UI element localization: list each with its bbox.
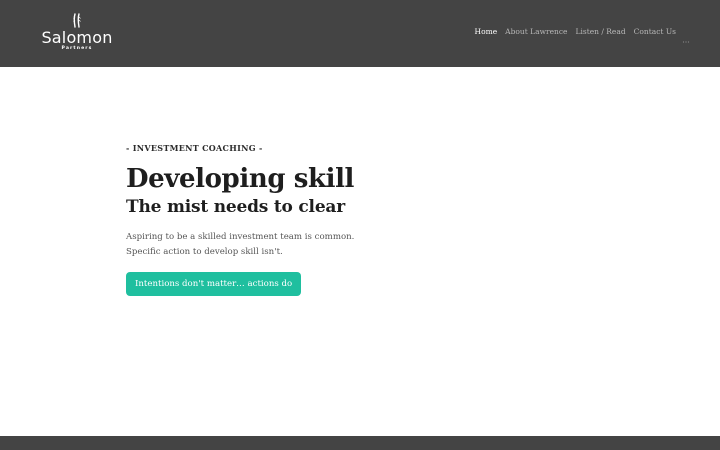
logo-subtitle: Partners bbox=[61, 46, 93, 51]
logo-feather-icon bbox=[73, 13, 81, 28]
hero-description: Aspiring to be a skilled investment team… bbox=[126, 230, 506, 260]
page: Salomon Partners Home About Lawrence Lis… bbox=[0, 0, 720, 450]
nav-item-contact-us[interactable]: Contact Us bbox=[634, 27, 676, 36]
hero-section: - INVESTMENT COACHING - Developing skill… bbox=[126, 143, 506, 296]
hero-headline: Developing skill bbox=[126, 164, 355, 194]
hero-eyebrow: - INVESTMENT COACHING - bbox=[126, 143, 263, 153]
hero-description-line-1: Aspiring to be a skilled investment team… bbox=[126, 232, 355, 242]
site-logo[interactable]: Salomon Partners bbox=[40, 13, 114, 55]
ellipsis-icon[interactable] bbox=[682, 29, 690, 43]
nav-item-listen-read[interactable]: Listen / Read bbox=[575, 27, 625, 36]
hero-subheadline: The mist needs to clear bbox=[126, 197, 346, 217]
logo-name: Salomon bbox=[41, 28, 113, 47]
nav-item-home[interactable]: Home bbox=[475, 27, 498, 36]
nav-item-about-lawrence[interactable]: About Lawrence bbox=[505, 27, 567, 36]
hero-description-line-2: Specific action to develop skill isn't. bbox=[126, 247, 283, 257]
main-nav: Home About Lawrence Listen / Read Contac… bbox=[467, 27, 690, 43]
site-header: Salomon Partners Home About Lawrence Lis… bbox=[0, 0, 720, 67]
site-footer bbox=[0, 436, 720, 450]
hero-cta-button[interactable]: Intentions don't matter… actions do bbox=[126, 272, 302, 296]
